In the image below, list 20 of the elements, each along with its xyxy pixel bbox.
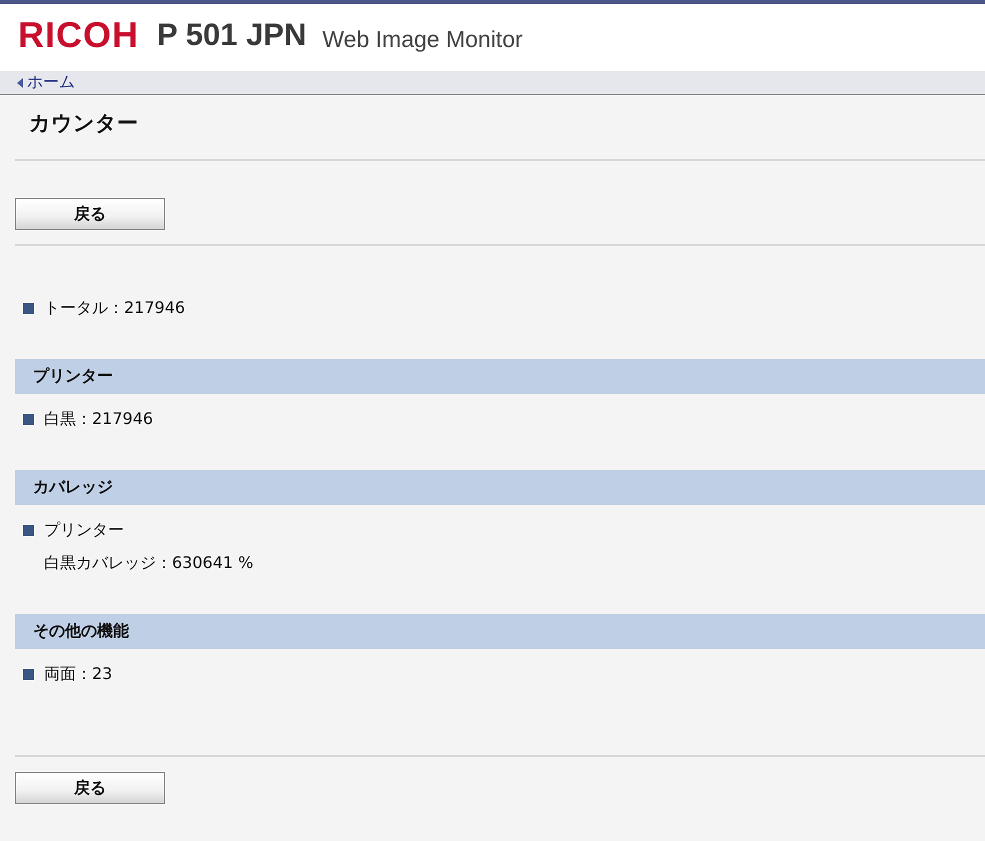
back-button[interactable]: 戻る bbox=[15, 772, 165, 804]
counter-label: プリンター bbox=[44, 520, 124, 541]
section-heading: その他の機能 bbox=[15, 614, 985, 649]
bullet-icon bbox=[23, 303, 34, 314]
home-link[interactable]: ホーム bbox=[27, 72, 75, 93]
section-heading: プリンター bbox=[15, 359, 985, 394]
logo: RICOH bbox=[18, 14, 139, 56]
back-arrow-icon bbox=[17, 78, 23, 88]
bullet-icon bbox=[23, 669, 34, 680]
counter-label: 両面：23 bbox=[44, 664, 112, 685]
total-count: トータル：217946 bbox=[44, 298, 186, 319]
product-name: Web Image Monitor bbox=[322, 26, 523, 53]
back-button[interactable]: 戻る bbox=[15, 198, 165, 230]
counter-detail: 白黒カバレッジ：630641 % bbox=[43, 553, 254, 574]
section-heading: カバレッジ bbox=[15, 470, 985, 505]
bullet-icon bbox=[23, 414, 34, 425]
page-title: カウンター bbox=[28, 110, 139, 137]
bullet-icon bbox=[23, 525, 34, 536]
model-name: P 501 JPN bbox=[157, 16, 306, 52]
counter-label: 白黒：217946 bbox=[44, 409, 154, 430]
